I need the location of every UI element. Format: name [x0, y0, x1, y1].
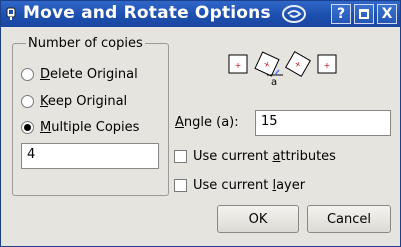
- cancel-button[interactable]: Cancel: [307, 205, 391, 233]
- checkbox-label: Use current attributes: [193, 148, 336, 164]
- checkbox-indicator[interactable]: [174, 149, 187, 163]
- angle-input[interactable]: 15: [255, 110, 391, 136]
- radio-indicator[interactable]: [21, 94, 34, 108]
- radio-indicator[interactable]: [21, 120, 34, 134]
- radio-label: Delete Original: [40, 66, 138, 82]
- radio-delete-original[interactable]: Delete Original: [21, 65, 138, 83]
- angle-marker-label: a: [271, 77, 278, 88]
- checkbox-current-attributes[interactable]: Use current attributes: [174, 147, 336, 165]
- copies-group-legend: Number of copies: [26, 36, 145, 51]
- dialog-window: Move and Rotate Options ? X Number of co…: [0, 0, 401, 247]
- checkbox-label: Use current layer: [193, 177, 306, 193]
- svg-text:+: +: [235, 61, 242, 70]
- maximize-icon: [359, 9, 369, 19]
- help-button[interactable]: ?: [331, 4, 351, 24]
- ok-button[interactable]: OK: [217, 205, 299, 233]
- radio-keep-original[interactable]: Keep Original: [21, 92, 127, 110]
- radio-label: Multiple Copies: [40, 119, 140, 135]
- radio-label: Keep Original: [40, 93, 128, 109]
- rotation-preview: + + + +: [228, 51, 337, 77]
- titlebar[interactable]: Move and Rotate Options ? X: [1, 1, 400, 27]
- maximize-button[interactable]: [354, 4, 374, 24]
- radio-indicator[interactable]: [21, 67, 34, 81]
- window-title: Move and Rotate Options: [23, 3, 271, 23]
- svg-text:+: +: [324, 61, 331, 70]
- copies-count-input[interactable]: 4: [21, 143, 159, 169]
- app-icon: [6, 7, 16, 20]
- angle-label: Angle (a):: [175, 115, 239, 130]
- window-menu-icon[interactable]: [281, 4, 307, 24]
- radio-multiple-copies[interactable]: Multiple Copies: [21, 118, 139, 136]
- checkbox-indicator[interactable]: [174, 178, 187, 192]
- close-button[interactable]: X: [377, 4, 397, 24]
- checkbox-current-layer[interactable]: Use current layer: [174, 176, 305, 194]
